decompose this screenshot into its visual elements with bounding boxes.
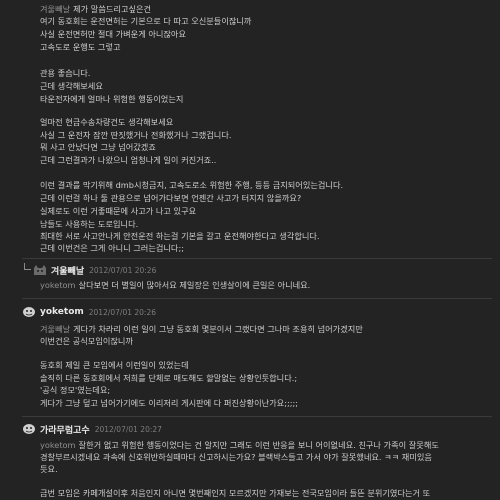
comment-line: 사실 운전면허만 절대 가벼운게 아니잖아요 <box>40 29 186 39</box>
mention-nick[interactable]: 겨울빼날 <box>40 4 70 14</box>
comment-date: 2012/07/01 20:26 <box>88 307 156 317</box>
comment-line: 얼마전 현금수송차량건도 생각해보세요 <box>40 117 174 127</box>
comment-separator <box>22 416 492 417</box>
comment-line: 근데 그런결과가 나왔으니 엄청나게 일이 커진거죠.. <box>40 155 217 165</box>
mention-nick[interactable]: yoketom <box>40 440 76 450</box>
comment-line: 듯요. <box>40 464 58 474</box>
comment-line: 경찰부르시겠네요 과속에 신호위반하실때마다 신고하시는가요? 블랙박스들고 가… <box>40 452 432 462</box>
comment-line: '공식 정모'였는데요; <box>40 385 111 395</box>
avatar[interactable] <box>33 264 47 276</box>
comment-separator <box>22 298 492 299</box>
comment-date: 2012/07/01 20:26 <box>89 265 157 275</box>
cat-avatar-icon <box>34 265 46 275</box>
comment-line: 근데 이런걸 하나 둘 관용으로 넘어가다보면 언젠간 사고가 터지지 않을까요… <box>40 193 302 203</box>
comment-line: 사실 그 운전자 잠깐 딴짓했거나 전화했거나 그랬겁니다. <box>40 130 232 140</box>
comment-header: 가라무럼고수 2012/07/01 20:27 <box>22 423 162 436</box>
comment-line: 이번건은 공식모임이잖니까 <box>40 336 133 346</box>
comment-line: 게다가 그냥 덮고 넘어가기에도 이리저리 게시판에 다 퍼진상황이난가요;;;… <box>40 398 298 408</box>
comment-line: 최대한 서로 사고안나게 안전운전 하는걸 기본을 갈고 운전해야한다고 생각합… <box>40 231 320 241</box>
comment-line: 솔직히 다른 동호회에서 저희를 단체로 매도해도 할말없는 상황인듯합니다.; <box>40 373 298 383</box>
comment-line: 뭐 사고 안났다면 그냥 넘어갔겠죠 <box>40 142 156 152</box>
comment-line: 고속도로 운행도 그렇고 <box>40 42 121 52</box>
mention-nick[interactable]: 겨울빼날 <box>40 324 70 334</box>
reply-arrow-icon <box>24 263 31 270</box>
comment-author[interactable]: 겨울빼날 <box>51 264 84 277</box>
comment-line: yoketom 잘한거 없고 위험한 행동이었다는 건 알지만 그래도 이런 반응… <box>40 440 439 450</box>
comment-line: 타운전자에게 얼마나 위험한 행동이었는지 <box>40 94 184 104</box>
comment-page: 겨울빼날 제가 말씀드리고싶은건 여기 동호회는 운전면허는 기본으로 다 따고 … <box>0 0 500 500</box>
comment-line: 겨울빼날 게다가 차라리 이런 일이 그냥 동호회 몇분이서 그랬다면 그나마 조… <box>40 324 363 334</box>
comment-header: 겨울빼날 2012/07/01 20:26 <box>33 264 157 277</box>
face-avatar-icon <box>23 424 35 434</box>
comment-line: 금번 모임은 카페개설이후 처음인지 아니면 몇번째인지 모르겠지만 가재보는 … <box>40 488 431 498</box>
comment-line: 동호회 제일 큰 모임에서 이런일이 있었는데 <box>40 360 189 370</box>
comment-line: 실제로도 이런 거좋때문에 사고가 나고 있구요 <box>40 206 197 216</box>
face-avatar-icon <box>23 307 35 317</box>
comment-line: 근데 이번건은 그게 아니니 그러는겁니다;; <box>40 243 184 253</box>
comment-line: 남들도 사용하는 도로입니다. <box>40 219 139 229</box>
comment-line: 이런 결과를 막기위해 dmb시청금지, 고속도로소 위험한 주행, 등등 금지… <box>40 180 344 190</box>
avatar[interactable] <box>22 423 36 435</box>
comment-line: 겨울빼날 제가 말씀드리고싶은건 <box>40 4 152 14</box>
comment-line: 근데 생각해보세요 <box>40 81 103 91</box>
avatar[interactable] <box>22 306 36 318</box>
comment-separator <box>22 258 492 259</box>
comment-header: yoketom 2012/07/01 20:26 <box>22 306 156 318</box>
comment-author[interactable]: yoketom <box>40 307 84 317</box>
mention-nick[interactable]: yoketom <box>40 280 76 290</box>
comment-date: 2012/07/01 20:27 <box>94 424 162 434</box>
comment-line: yoketom 살다보면 더 별일이 많아서요 제일장은 인생살이에 큰일은 아니… <box>40 280 311 290</box>
comment-author[interactable]: 가라무럼고수 <box>40 423 90 436</box>
comment-line: 여기 동호회는 운전면허는 기본으로 다 따고 오신분들이잖니까 <box>40 16 252 26</box>
comment-line: 관용 좋습니다. <box>40 68 91 78</box>
